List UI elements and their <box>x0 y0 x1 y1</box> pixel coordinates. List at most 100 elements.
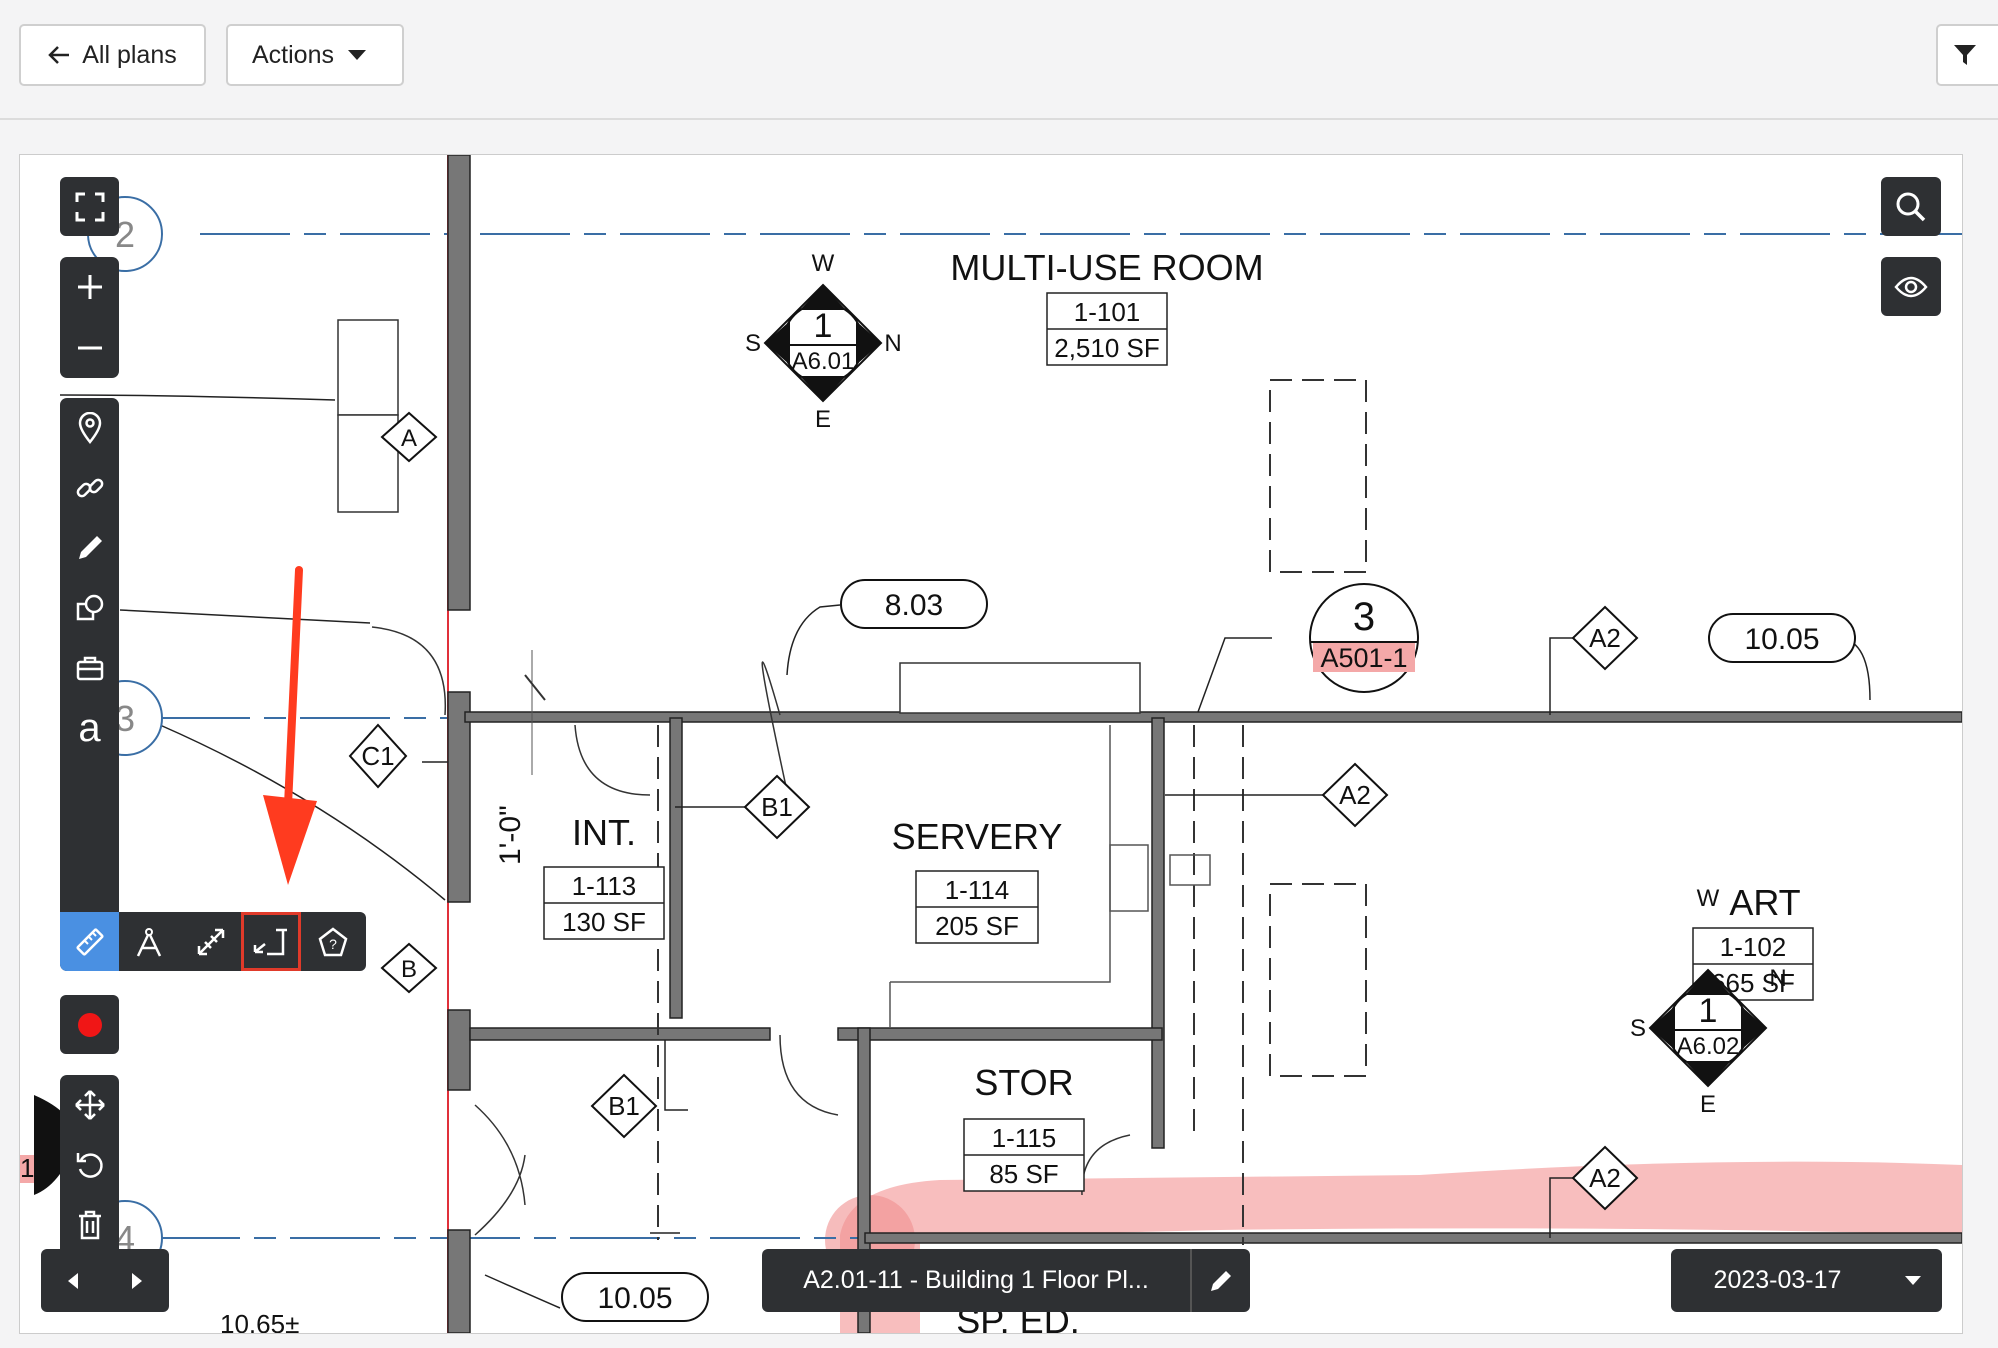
section-marker-sheet: A501-1 <box>1320 643 1407 673</box>
filter-icon <box>1954 45 1976 65</box>
shapes-icon <box>76 594 103 621</box>
edit-icon <box>1211 1270 1231 1291</box>
ceiling-height-8-03: 8.03 <box>885 589 943 622</box>
angle-measure-tool[interactable] <box>119 912 179 971</box>
svg-text:S: S <box>1630 1015 1646 1042</box>
fullscreen-icon <box>75 192 104 221</box>
actions-dropdown[interactable]: Actions <box>226 24 404 86</box>
zoom-out-button[interactable] <box>60 318 119 378</box>
sheet-pager <box>41 1249 169 1312</box>
toolbox-icon <box>76 656 103 681</box>
room-area-1-101: 2,510 SF <box>1054 333 1160 363</box>
move-icon <box>74 1090 105 1120</box>
measure-submenu: ? <box>119 912 366 971</box>
toolbox-tool[interactable] <box>60 638 119 698</box>
date-dropdown-button[interactable] <box>1884 1276 1942 1285</box>
link-tool[interactable] <box>60 458 119 518</box>
version-date: 2023-03-17 <box>1713 1266 1842 1294</box>
tag-a2-bottom: A2 <box>1589 1163 1621 1193</box>
actions-label: Actions <box>252 40 334 69</box>
room-number-1-101: 1-101 <box>1074 297 1141 327</box>
svg-text:W: W <box>812 250 835 277</box>
sheet-selector[interactable]: A2.01-11 - Building 1 Floor Pl... <box>762 1249 1250 1312</box>
ceiling-height-10-05-right: 10.05 <box>1744 623 1819 656</box>
all-plans-button[interactable]: All plans <box>19 24 206 86</box>
room-number-1-102: 1-102 <box>1720 932 1787 962</box>
plan-viewer[interactable]: 1'-0" 2 3 4 MULTI-USE ROOM INT. SERVERY … <box>19 154 1963 1334</box>
trash-icon <box>78 1210 101 1240</box>
search-button[interactable] <box>1881 177 1941 236</box>
tag-b: B <box>401 956 417 983</box>
pin-tool[interactable] <box>60 398 119 458</box>
svg-text:1: 1 <box>814 307 833 345</box>
delete-tool[interactable] <box>60 1195 119 1255</box>
pencil-tool[interactable] <box>60 518 119 578</box>
rotate-tool[interactable] <box>60 1135 119 1195</box>
edge-text: 1 <box>20 1153 34 1183</box>
sheet-label: A2.01-11 - Building 1 Floor Pl... <box>803 1266 1149 1294</box>
room-area-1-113: 130 SF <box>562 907 646 937</box>
zoom-in-icon <box>77 275 102 299</box>
tag-b1-servery: B1 <box>761 792 793 822</box>
svg-text:E: E <box>815 406 831 433</box>
link-icon <box>76 478 103 498</box>
svg-text:W: W <box>1697 885 1720 912</box>
next-arrow-icon <box>132 1272 142 1289</box>
shapes-tool[interactable] <box>60 578 119 638</box>
partial-text: 10.65± <box>220 1309 299 1333</box>
ceiling-height-10-05-lower: 10.05 <box>597 1282 672 1315</box>
room-number-1-113: 1-113 <box>572 871 637 901</box>
polygon-help-tool[interactable]: ? <box>303 912 363 971</box>
top-bar: All plans Actions <box>0 0 1998 120</box>
room-area-1-114: 205 SF <box>935 911 1019 941</box>
svg-text:E: E <box>1700 1091 1716 1118</box>
tag-a2-mid: A2 <box>1339 780 1371 810</box>
arrow-left-icon <box>48 46 70 64</box>
edit-toolbar <box>60 1075 119 1256</box>
move-tool[interactable] <box>60 1075 119 1135</box>
eye-icon <box>1894 276 1928 297</box>
tag-a: A <box>401 425 417 452</box>
area-measure-tool[interactable] <box>241 912 301 971</box>
section-marker-number: 3 <box>1353 595 1375 639</box>
zoom-out-icon <box>77 346 102 350</box>
tag-a2-top: A2 <box>1589 623 1621 653</box>
svg-text:1: 1 <box>1699 992 1718 1030</box>
area-measure-icon <box>253 928 287 955</box>
svg-text:A6.02: A6.02 <box>1677 1033 1740 1060</box>
svg-text:N: N <box>1769 965 1786 992</box>
text-tool[interactable]: a <box>60 698 119 758</box>
svg-text:?: ? <box>329 936 337 952</box>
svg-text:A6.01: A6.01 <box>792 348 855 375</box>
pencil-icon <box>78 536 102 559</box>
visibility-button[interactable] <box>1881 257 1941 316</box>
dimension-text: 1'-0" <box>494 805 527 865</box>
previous-sheet-button[interactable] <box>41 1249 105 1312</box>
svg-text:S: S <box>745 330 761 357</box>
edit-sheet-button[interactable] <box>1190 1249 1250 1312</box>
zoom-in-button[interactable] <box>60 257 119 317</box>
tag-b1-lower: B1 <box>608 1091 640 1121</box>
length-measure-tool[interactable] <box>181 912 241 971</box>
pin-icon <box>78 412 101 444</box>
room-name-servery: SERVERY <box>892 816 1063 857</box>
filter-button[interactable] <box>1936 24 1998 86</box>
annotation-arrow <box>263 566 317 885</box>
fullscreen-button[interactable] <box>60 177 119 236</box>
room-name-multi-use: MULTI-USE ROOM <box>950 247 1263 288</box>
markup-toolbar: a <box>60 398 119 971</box>
elevation-marker-1: 1 A6.01 W S N E <box>745 250 902 433</box>
prev-arrow-icon <box>68 1272 78 1289</box>
record-button[interactable] <box>60 995 119 1054</box>
room-area-1-115: 85 SF <box>989 1159 1058 1189</box>
measure-tool[interactable] <box>60 912 119 971</box>
all-plans-label: All plans <box>82 40 177 69</box>
room-name-stor: STOR <box>974 1062 1073 1103</box>
ruler-icon <box>75 927 104 956</box>
room-number-1-114: 1-114 <box>945 875 1010 905</box>
next-sheet-button[interactable] <box>105 1249 169 1312</box>
version-date-selector[interactable]: 2023-03-17 <box>1671 1249 1942 1312</box>
diagonal-measure-icon <box>197 928 225 955</box>
rotate-icon <box>76 1153 103 1178</box>
caret-down-icon <box>1905 1276 1921 1285</box>
